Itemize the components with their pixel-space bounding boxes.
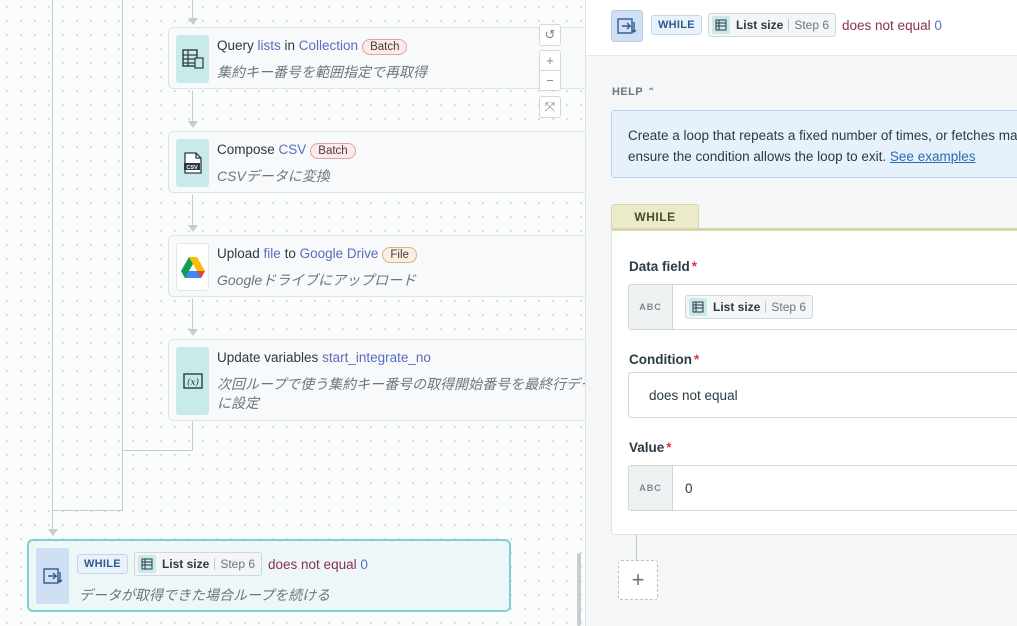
value-label: Value * [629, 440, 672, 455]
loop-icon [36, 548, 69, 604]
svg-text:(x): (x) [186, 377, 199, 388]
step-description-line2: に設定 [217, 395, 259, 411]
collection-table-icon [176, 35, 209, 83]
step-description: CSVデータに変換 [217, 168, 330, 184]
step-update-variables[interactable]: (x) Update variables start_integrate_no … [168, 339, 585, 421]
step-description-line1: 次回ループで使う集約キー番号の取得開始番号を最終行デー [217, 376, 585, 392]
csv-file-icon: CSV [176, 139, 209, 187]
datapill-list-size[interactable]: List size Step 6 [685, 295, 814, 319]
loop-icon [611, 10, 643, 42]
google-drive-icon [176, 243, 209, 291]
connector-line [52, 0, 53, 530]
field-type-toggle[interactable]: ABC [629, 466, 673, 510]
batch-badge: Batch [362, 39, 408, 55]
connector-line [122, 450, 193, 451]
datapill-list-size: List size Step 6 [707, 13, 837, 37]
variable-icon: (x) [176, 347, 209, 415]
connector-line [192, 90, 193, 122]
file-badge: File [382, 247, 417, 263]
step-query-collection[interactable]: Query lists in Collection Batch 集約キー番号を範囲… [168, 27, 585, 89]
chevron-up-icon: ⌃ [646, 86, 656, 98]
zoom-out-button[interactable]: − [539, 70, 561, 91]
connector-line [636, 535, 637, 561]
connector-arrow [188, 18, 198, 25]
while-config-card: Data field * ABC List size Step 6 Conditi… [611, 228, 1017, 535]
connector-line [52, 510, 123, 511]
data-field-input[interactable]: ABC List size Step 6 [628, 284, 1017, 330]
collection-table-icon [711, 16, 730, 34]
step-title: Compose CSV Batch [217, 142, 356, 159]
collection-table-icon [689, 298, 707, 316]
help-toggle[interactable]: HELP ⌃ [612, 86, 656, 98]
see-examples-link[interactable]: See examples [890, 149, 976, 164]
connector-arrow [188, 329, 198, 336]
svg-text:CSV: CSV [186, 165, 198, 171]
connector-line [192, 194, 193, 226]
step-title: Update variables start_integrate_no [217, 350, 431, 365]
canvas-scrollbar[interactable] [577, 553, 581, 626]
zoom-in-button[interactable]: + [539, 50, 561, 71]
connector-line [122, 0, 123, 510]
step-upload-google-drive[interactable]: Upload file to Google Drive File Googleドラ… [168, 235, 585, 297]
help-box: Create a loop that repeats a fixed numbe… [611, 110, 1017, 178]
collection-table-icon [137, 555, 156, 573]
panel-header: WHILE List size Step 6 does not equal 0 [586, 0, 1017, 56]
condition-select[interactable]: does not equal [628, 372, 1017, 418]
connector-arrow [188, 121, 198, 128]
step-title: Upload file to Google Drive File [217, 246, 417, 263]
while-tag: WHILE [651, 15, 702, 35]
datapill-list-size: List size Step 6 [133, 552, 263, 576]
connector-line [192, 0, 193, 20]
add-step-button[interactable]: + [618, 560, 658, 600]
recipe-canvas[interactable]: Query lists in Collection Batch 集約キー番号を範囲… [0, 0, 585, 626]
condition-text: does not equal 0 [268, 556, 368, 572]
step-description: データが取得できた場合ループを続ける [79, 587, 331, 603]
data-field-label: Data field * [629, 259, 698, 274]
connector-arrow [188, 225, 198, 232]
value-input[interactable]: ABC 0 [628, 465, 1017, 511]
connector-line [192, 298, 193, 330]
step-description: Googleドライブにアップロード [217, 272, 417, 288]
step-description: 集約キー番号を範囲指定で再取得 [217, 64, 427, 80]
step-title: Query lists in Collection Batch [217, 38, 408, 55]
step-config-panel: WHILE List size Step 6 does not equal 0 … [585, 0, 1017, 626]
batch-badge: Batch [310, 143, 356, 159]
connector-line [192, 421, 193, 450]
fit-to-screen-button[interactable]: ⤧ [539, 96, 561, 118]
condition-text: does not equal 0 [842, 17, 942, 33]
field-type-toggle[interactable]: ABC [629, 285, 673, 329]
step-compose-csv[interactable]: CSV Compose CSV Batch CSVデータに変換 [168, 131, 585, 193]
while-loop-step[interactable]: WHILE List size Step 6 does not equal 0 … [27, 539, 511, 612]
while-section-tab: WHILE [611, 204, 699, 229]
reset-zoom-button[interactable]: ↺ [539, 24, 561, 46]
condition-label: Condition * [629, 352, 700, 367]
while-tag: WHILE [77, 554, 128, 574]
connector-arrow [48, 529, 58, 536]
